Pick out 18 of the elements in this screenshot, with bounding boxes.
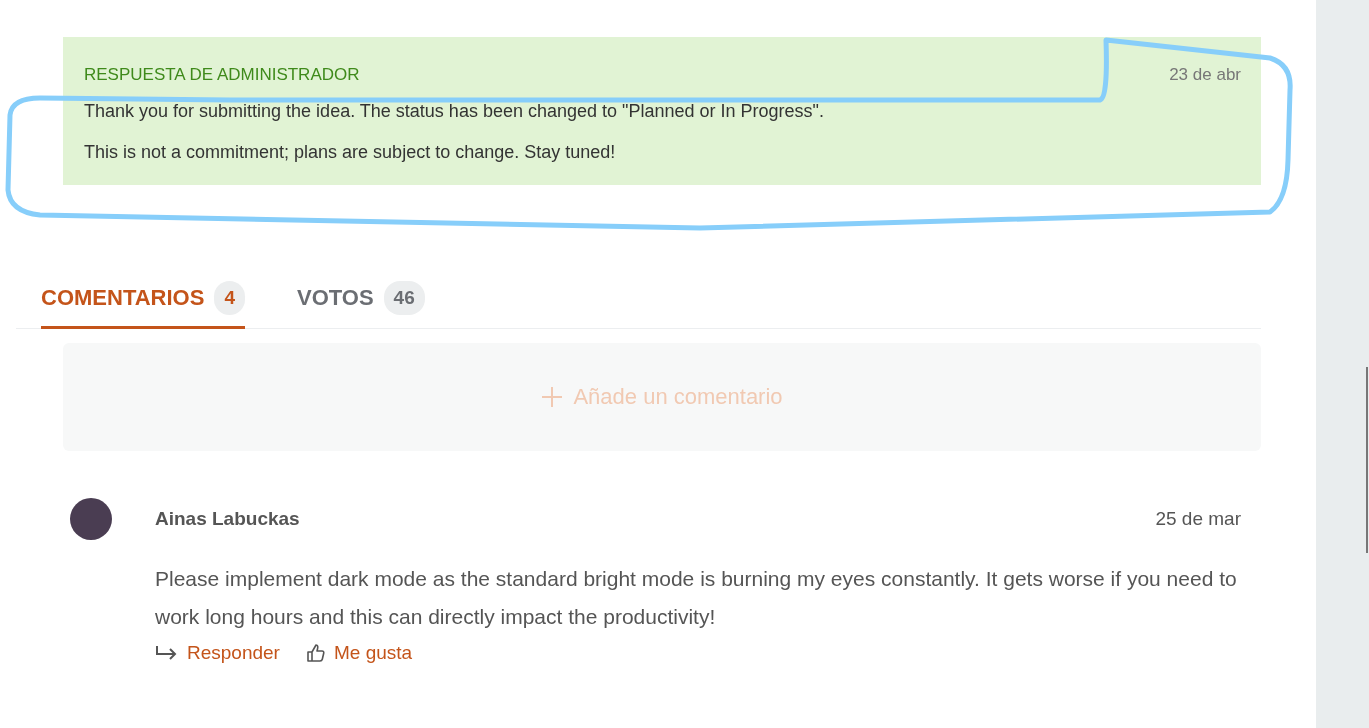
reply-paragraph: Thank you for submitting the idea. The status has been changed to "Planned or In Progress". xyxy=(84,101,825,122)
scrollbar[interactable] xyxy=(1366,367,1368,553)
like-link[interactable]: Me gusta xyxy=(305,642,413,664)
reply-paragraph: This is not a commitment; plans are subject to change. Stay tuned! xyxy=(84,142,617,163)
count-badge: 4 xyxy=(214,281,245,315)
tab[interactable]: COMENTARIOS 4 xyxy=(41,275,245,329)
comment-text: Please implement dark mode as the standard bright mode is burning my eyes constantly. It gets worse if you need to work long hours and this can directly impact the productivity! xyxy=(155,566,1238,630)
comment-date: 25 de mar xyxy=(1155,508,1241,530)
count-badge: 46 xyxy=(383,281,425,315)
reply-link[interactable]: Responder xyxy=(155,642,280,664)
admin-reply-label: RESPUESTA DE ADMINISTRADOR xyxy=(84,65,360,85)
plus-icon xyxy=(541,386,564,408)
author-name: Ainas Labuckas xyxy=(155,508,300,530)
avatar xyxy=(70,498,112,540)
tab[interactable]: VOTOS 46 xyxy=(296,275,425,329)
thumbs-up-icon xyxy=(305,643,326,663)
reply-arrow-icon xyxy=(155,645,179,661)
reply-date: 23 de abr xyxy=(1169,65,1241,85)
